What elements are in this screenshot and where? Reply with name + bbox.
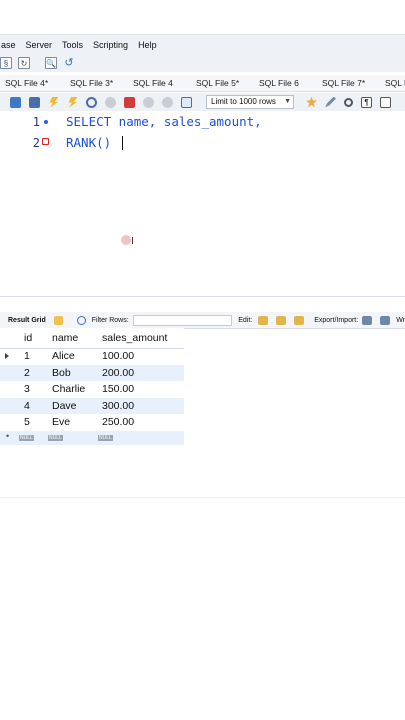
autocommit-icon[interactable] bbox=[181, 96, 192, 108]
export-icon[interactable] bbox=[362, 315, 373, 325]
inspector-icon[interactable]: 🔍 bbox=[45, 57, 57, 69]
cell-name[interactable]: Bob bbox=[52, 365, 71, 382]
grid-header: id name sales_amount bbox=[0, 328, 184, 349]
tab-sql-file-4-modified[interactable]: SQL File 4* bbox=[0, 78, 63, 88]
code-text: SELECT name, sales_amount, bbox=[66, 114, 262, 129]
tab-sql-file-4[interactable]: SQL File 4 bbox=[126, 78, 189, 88]
tab-sql-file-5[interactable]: SQL File 5* bbox=[189, 78, 252, 88]
new-row-marker: • bbox=[6, 430, 10, 441]
menu-help[interactable]: Help bbox=[133, 40, 162, 50]
table-row[interactable]: 3 Charlie 150.00 bbox=[0, 381, 184, 398]
wrap-icon[interactable] bbox=[380, 96, 391, 108]
edit-row-icon[interactable] bbox=[258, 315, 269, 325]
cell-id[interactable]: 4 bbox=[24, 398, 30, 415]
cell-name[interactable]: Alice bbox=[52, 348, 75, 365]
explain-icon[interactable] bbox=[86, 96, 97, 108]
sql-editor[interactable]: 1 SELECT name, sales_amount, 2 RANK() bbox=[0, 111, 405, 296]
ibeam-cursor-icon: I bbox=[131, 236, 134, 247]
cell-id[interactable]: 1 bbox=[24, 348, 30, 365]
open-file-icon[interactable] bbox=[10, 96, 21, 108]
cell-name[interactable]: Dave bbox=[52, 398, 77, 415]
code-text: RANK() bbox=[66, 135, 112, 150]
filter-rows-input[interactable] bbox=[132, 314, 233, 326]
invisible-chars-icon[interactable]: ¶ bbox=[361, 96, 372, 108]
cell-name[interactable]: Eve bbox=[52, 414, 70, 431]
commit-icon[interactable] bbox=[143, 96, 154, 108]
beautify-icon[interactable] bbox=[325, 96, 336, 108]
result-grid-label: Result Grid bbox=[8, 316, 46, 324]
menu-database[interactable]: ase bbox=[0, 40, 21, 50]
statement-marker-icon bbox=[44, 120, 48, 124]
export-import-label: Export/Import: bbox=[314, 316, 359, 324]
find-icon[interactable] bbox=[344, 97, 353, 107]
rollback-icon[interactable] bbox=[162, 96, 173, 108]
sql-file-icon[interactable]: § bbox=[0, 57, 12, 69]
tab-sql-file-6[interactable]: SQL File 6 bbox=[252, 78, 315, 88]
cell-sales-amount[interactable]: 100.00 bbox=[102, 348, 134, 365]
menu-tools[interactable]: Tools bbox=[57, 40, 88, 50]
toggle-error-icon[interactable] bbox=[124, 96, 135, 108]
tab-sql-file-7[interactable]: SQL File 7* bbox=[315, 78, 378, 88]
cell-id[interactable]: 5 bbox=[24, 414, 30, 431]
line-number: 2 bbox=[32, 136, 40, 150]
column-header-id[interactable]: id bbox=[24, 328, 32, 348]
table-row[interactable]: 5 Eve 250.00 bbox=[0, 414, 184, 431]
cell-sales-amount[interactable]: 150.00 bbox=[102, 381, 134, 398]
import-icon[interactable] bbox=[380, 315, 391, 325]
tab-sql-file-3[interactable]: SQL File 3* bbox=[63, 78, 126, 88]
limit-rows-label: Limit to 1000 rows bbox=[211, 97, 276, 106]
execute-current-icon[interactable] bbox=[68, 96, 78, 108]
mouse-highlight bbox=[121, 235, 131, 245]
null-badge: NULL bbox=[98, 434, 113, 441]
current-row-icon bbox=[5, 353, 9, 359]
save-icon[interactable] bbox=[29, 96, 40, 108]
cell-sales-amount[interactable]: 300.00 bbox=[102, 398, 134, 415]
table-row[interactable]: 1 Alice 100.00 bbox=[0, 348, 184, 365]
screen-top-blank bbox=[0, 0, 405, 34]
main-toolbar: § ↻ 🔍 ↺ bbox=[0, 54, 405, 72]
menu-server[interactable]: Server bbox=[21, 40, 58, 50]
cell-sales-amount[interactable]: 250.00 bbox=[102, 414, 134, 431]
open-connection-icon[interactable]: ↻ bbox=[18, 57, 30, 69]
edit-label: Edit: bbox=[238, 316, 253, 324]
tab-sql-file-8[interactable]: SQL F bbox=[378, 78, 405, 88]
new-row[interactable]: • NULL NULL NULL bbox=[0, 430, 184, 445]
wrap-cell-label: Wr bbox=[396, 316, 405, 324]
cell-id[interactable]: 3 bbox=[24, 381, 30, 398]
filter-rows-label: Filter Rows: bbox=[91, 316, 129, 324]
null-badge: NULL bbox=[48, 434, 63, 441]
panel-splitter[interactable] bbox=[0, 296, 405, 311]
column-header-sales-amount[interactable]: sales_amount bbox=[102, 328, 167, 348]
chevron-down-icon: ▼ bbox=[284, 98, 291, 105]
cell-sales-amount[interactable]: 200.00 bbox=[102, 365, 134, 382]
grid-divider bbox=[0, 497, 405, 498]
add-row-icon[interactable] bbox=[276, 315, 287, 325]
query-tabs: SQL File 4* SQL File 3* SQL File 4 SQL F… bbox=[0, 75, 405, 92]
sql-editor-toolbar: Limit to 1000 rows ▼ ¶ bbox=[0, 93, 405, 112]
result-toolbar: Result Grid Filter Rows: Edit: Export/Im… bbox=[0, 312, 405, 329]
column-header-name[interactable]: name bbox=[52, 328, 78, 348]
menu-scripting[interactable]: Scripting bbox=[88, 40, 133, 50]
cell-name[interactable]: Charlie bbox=[52, 381, 85, 398]
add-favorite-icon[interactable] bbox=[306, 96, 317, 108]
grid-view-icon[interactable] bbox=[53, 315, 63, 325]
line-number: 1 bbox=[32, 115, 40, 129]
execute-icon[interactable] bbox=[49, 96, 59, 108]
reconnect-icon[interactable]: ↺ bbox=[63, 57, 75, 69]
table-row[interactable]: 4 Dave 300.00 bbox=[0, 397, 184, 415]
table-row[interactable]: 2 Bob 200.00 bbox=[0, 364, 184, 382]
null-badge: NULL bbox=[19, 434, 34, 441]
stop-icon[interactable] bbox=[105, 96, 116, 108]
syntax-error-icon bbox=[42, 138, 49, 145]
cell-id[interactable]: 2 bbox=[24, 365, 30, 382]
delete-row-icon[interactable] bbox=[294, 315, 305, 325]
refresh-icon[interactable] bbox=[76, 315, 86, 325]
text-caret bbox=[122, 136, 123, 150]
menu-bar: ase Server Tools Scripting Help bbox=[0, 34, 405, 55]
limit-rows-select[interactable]: Limit to 1000 rows ▼ bbox=[206, 95, 294, 109]
